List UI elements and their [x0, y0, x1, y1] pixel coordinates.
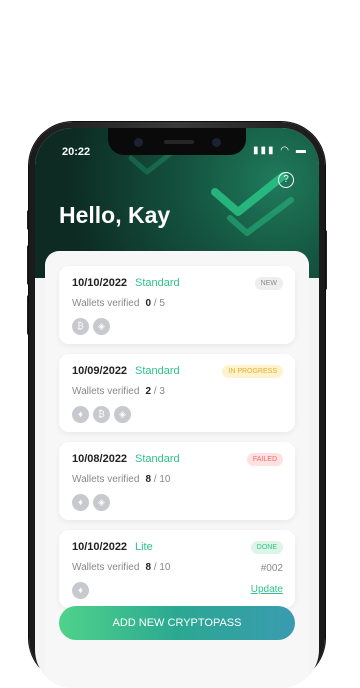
cellular-signal-icon: ▮▮▮ [253, 145, 276, 156]
card-plan: Lite [135, 541, 153, 553]
wallets-verified: Wallets verified 8 / 10 [72, 562, 170, 573]
binance-icon: ◈ [114, 406, 131, 423]
cryptopass-card[interactable]: 10/09/2022 Standard IN PROGRESS Wallets … [59, 354, 295, 432]
phone-notch [108, 128, 246, 155]
wallets-verified-label: Wallets verified [72, 562, 140, 573]
wallet-icons: ♦ ₿ ◈ [72, 406, 131, 423]
binance-icon: ◈ [93, 318, 110, 335]
binance-icon: ◈ [93, 494, 110, 511]
wallets-verified-total: / 10 [153, 562, 171, 573]
wallets-verified-count: 8 [145, 474, 151, 485]
wallets-verified: Wallets verified 0 / 5 [72, 298, 165, 309]
wallets-verified: Wallets verified 8 / 10 [72, 474, 170, 485]
help-icon[interactable]: ? [278, 172, 294, 188]
wallets-verified-total: / 5 [153, 298, 165, 309]
ethereum-icon: ♦ [72, 582, 89, 599]
update-link[interactable]: Update [251, 584, 283, 595]
greeting: Hello, Kay [59, 202, 171, 228]
bitcoin-icon: ₿ [93, 406, 110, 423]
status-icons: ▮▮▮ ◠ ▬ [253, 145, 308, 156]
wifi-icon: ◠ [280, 145, 292, 156]
wallets-verified-label: Wallets verified [72, 298, 140, 309]
card-date: 10/10/2022 [72, 277, 128, 289]
wallet-icons: ♦ [72, 582, 89, 599]
status-badge: DONE [250, 541, 283, 554]
ethereum-icon: ♦ [72, 406, 89, 423]
add-cryptopass-button[interactable]: ADD NEW CRYPTOPASS [59, 606, 295, 640]
status-time: 20:22 [62, 146, 91, 158]
status-badge: IN PROGRESS [222, 365, 283, 378]
sensor-icon [212, 138, 221, 147]
card-plan: Standard [135, 453, 180, 465]
status-badge: FAILED [246, 453, 283, 466]
speaker-icon [164, 140, 194, 144]
wallets-verified-count: 2 [145, 386, 151, 397]
wallets-verified-count: 8 [145, 562, 151, 573]
card-reference: #002 [260, 563, 283, 574]
ethereum-icon: ♦ [72, 494, 89, 511]
wallets-verified-label: Wallets verified [72, 386, 140, 397]
bitcoin-icon: ₿ [72, 318, 89, 335]
cryptopass-card[interactable]: 10/10/2022 Standard NEW Wallets verified… [59, 266, 295, 344]
wallets-verified-total: / 10 [153, 474, 171, 485]
card-plan: Standard [135, 277, 180, 289]
wallet-icons: ♦ ◈ [72, 494, 110, 511]
camera-icon [134, 138, 143, 147]
wallets-verified-label: Wallets verified [72, 474, 140, 485]
battery-icon: ▬ [295, 145, 308, 156]
wallet-icons: ₿ ◈ [72, 318, 110, 335]
wallets-verified-count: 0 [145, 298, 151, 309]
card-date: 10/09/2022 [72, 365, 128, 377]
card-date: 10/10/2022 [72, 541, 128, 553]
cryptopass-card[interactable]: 10/10/2022 Lite DONE Wallets verified 8 /… [59, 530, 295, 608]
status-badge: NEW [254, 277, 283, 290]
phone-screen: 20:22 ▮▮▮ ◠ ▬ ? Hello, Kay 10/10/2022 St… [35, 128, 319, 688]
card-plan: Standard [135, 365, 180, 377]
wallets-verified: Wallets verified 2 / 3 [72, 386, 165, 397]
wallets-verified-total: / 3 [153, 386, 165, 397]
cryptopass-card[interactable]: 10/08/2022 Standard FAILED Wallets verif… [59, 442, 295, 520]
card-date: 10/08/2022 [72, 453, 128, 465]
